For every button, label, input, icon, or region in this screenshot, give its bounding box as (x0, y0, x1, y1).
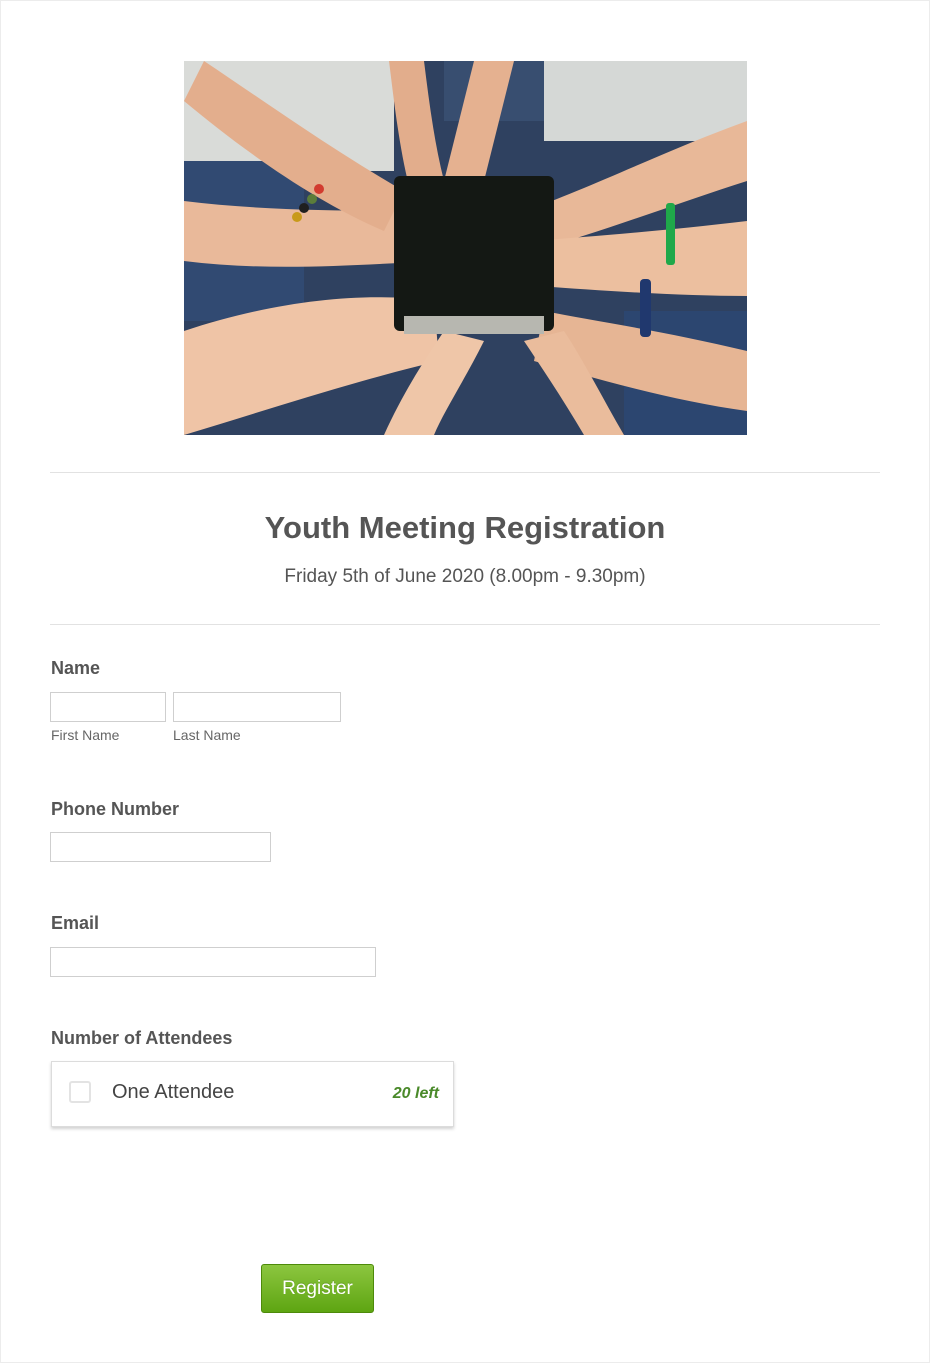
first-name-sublabel: First Name (51, 727, 120, 743)
phone-label: Phone Number (51, 799, 180, 819)
attendee-option-card[interactable]: One Attendee 20 left (51, 1061, 454, 1127)
attendee-option-name: One Attendee (112, 1081, 235, 1103)
attendees-label: Number of Attendees (51, 1028, 233, 1048)
form-title: Youth Meeting Registration (264, 510, 666, 545)
attendee-option-checkbox[interactable] (69, 1081, 91, 1103)
last-name-input[interactable] (173, 692, 341, 722)
first-name-input[interactable] (50, 692, 166, 722)
attendee-option-stock: 20 left (392, 1085, 439, 1102)
email-label: Email (51, 913, 100, 933)
header-divider-bottom (50, 624, 880, 625)
header-photo (184, 61, 747, 435)
name-label: Name (51, 658, 101, 678)
register-button[interactable]: Register (261, 1264, 374, 1313)
header-divider-top (50, 472, 880, 473)
phone-input[interactable] (50, 832, 271, 862)
email-input[interactable] (50, 947, 376, 977)
last-name-sublabel: Last Name (173, 727, 241, 743)
form-subtitle: Friday 5th of June 2020 (8.00pm - 9.30pm… (284, 566, 646, 587)
photo-hands-on-bible (184, 61, 747, 435)
